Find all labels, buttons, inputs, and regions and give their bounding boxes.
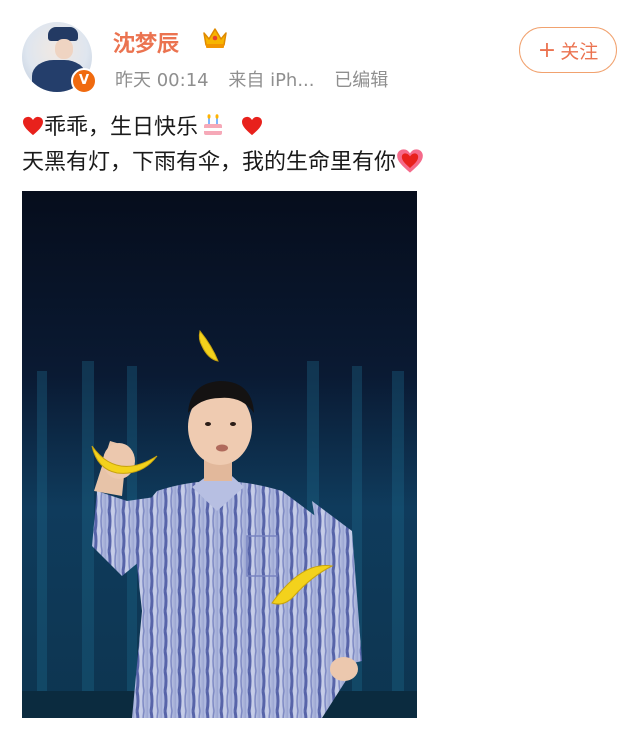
follow-label: 关注 [560, 40, 599, 63]
post-line-2-text: 天黑有灯，下雨有伞，我的生命里有你 [22, 150, 397, 175]
edited-label[interactable]: 已编辑 [334, 70, 388, 91]
username[interactable]: 沈梦辰 [113, 26, 179, 58]
photo-illustration [22, 191, 417, 718]
follow-button[interactable]: + 关注 [519, 27, 617, 73]
post-line-2: 天黑有灯，下雨有伞，我的生命里有你 [22, 145, 424, 180]
heart-icon [242, 116, 263, 136]
post-image[interactable] [22, 191, 417, 718]
post-text: 乖乖，生日快乐 天黑有灯，下雨有伞，我的生命里有你 [22, 110, 424, 180]
crown-icon [203, 28, 227, 48]
post-line-1: 乖乖，生日快乐 [22, 110, 424, 145]
plus-icon: + [537, 37, 557, 63]
post-source[interactable]: 来自 iPh... [228, 70, 314, 91]
sparkling-heart-icon [397, 149, 423, 173]
verified-badge-icon: V [71, 68, 97, 94]
birthday-cake-icon [204, 114, 223, 135]
post-meta: 昨天 00:14 来自 iPh... 已编辑 [115, 66, 402, 92]
post-line-1-text: 乖乖，生日快乐 [44, 115, 199, 140]
heart-icon [23, 116, 43, 136]
avatar-face [55, 39, 73, 59]
post-time: 昨天 00:14 [115, 70, 209, 91]
